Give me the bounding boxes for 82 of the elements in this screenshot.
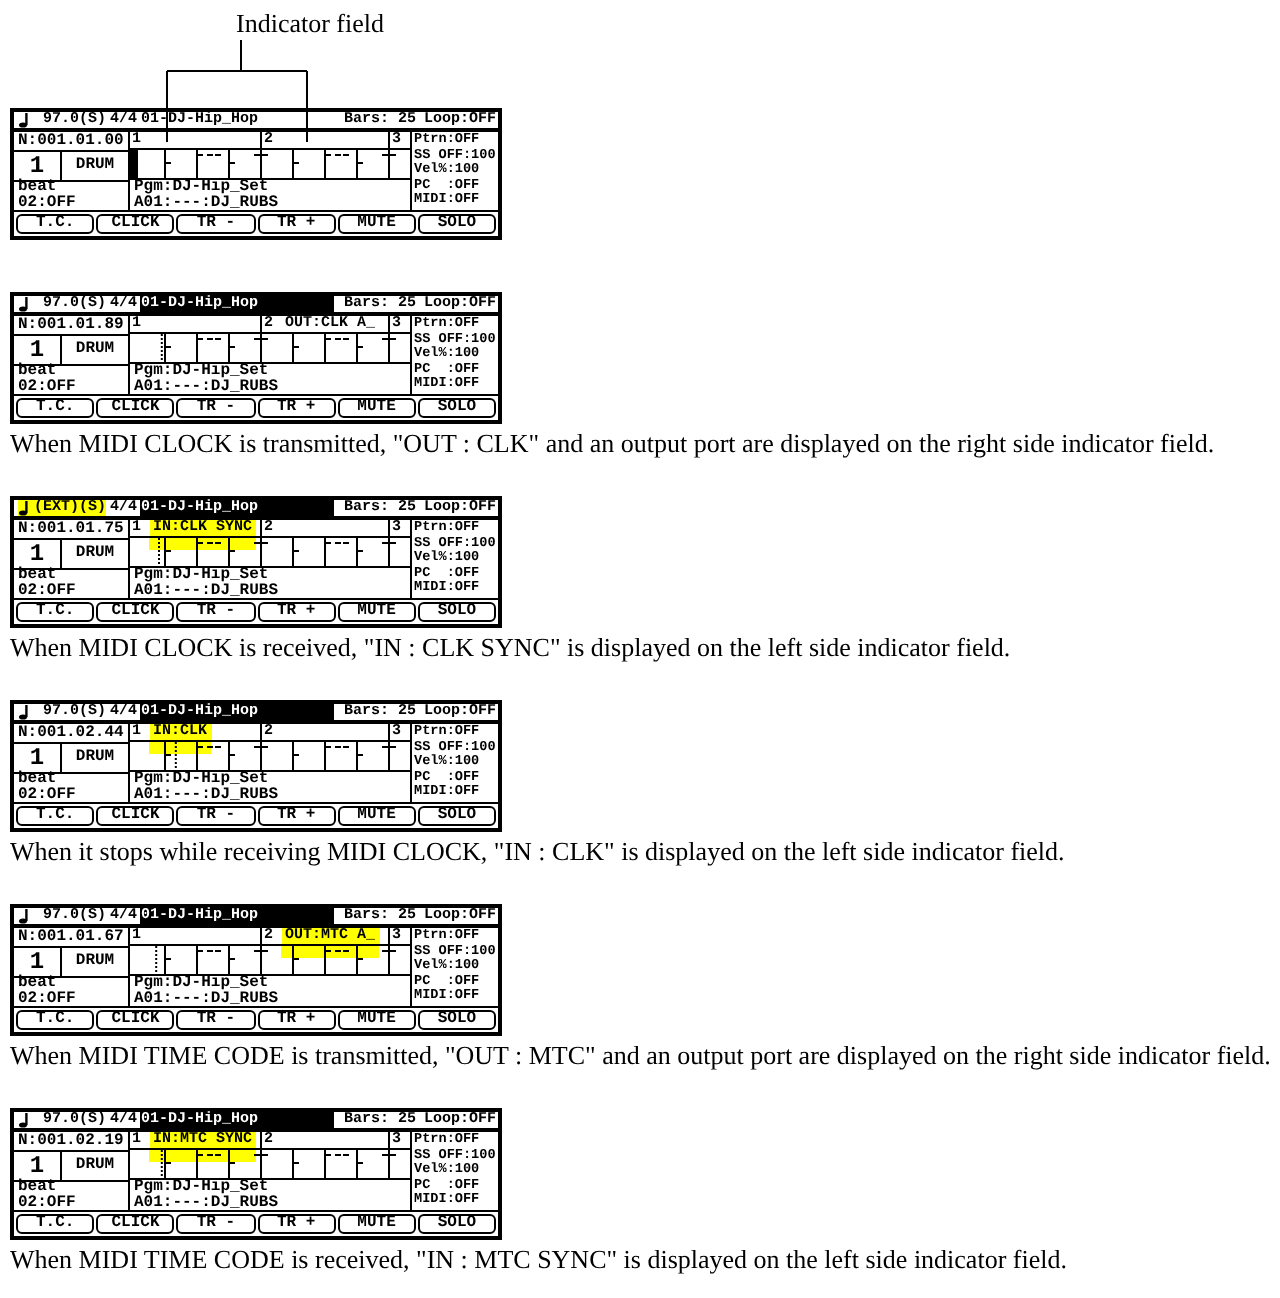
position-counter: N:001.01.00 (18, 133, 124, 149)
function-key[interactable]: SOLO (417, 1214, 497, 1234)
position-counter: N:001.01.89 (18, 317, 124, 333)
function-key[interactable]: SOLO (417, 806, 497, 826)
track-number: 1 (29, 1154, 45, 1178)
function-key[interactable]: TR + (257, 214, 336, 234)
highlight-band (149, 538, 256, 550)
program-name: Pgm:DJ-Hip_Set (134, 180, 269, 195)
program-name: Pgm:DJ-Hip_Set (134, 364, 269, 379)
function-key[interactable]: T.C. (16, 806, 95, 826)
track-name: DRUM (75, 1158, 115, 1174)
function-key[interactable]: TR + (257, 602, 336, 622)
function-key[interactable]: T.C. (16, 1010, 95, 1030)
function-key[interactable]: TR + (257, 1214, 336, 1234)
beat-value: 02:OFF (18, 380, 78, 396)
track-name: DRUM (75, 342, 115, 358)
function-key[interactable]: T.C. (16, 214, 95, 234)
function-key[interactable]: TR - (176, 398, 256, 418)
caption-text: When MIDI TIME CODE is transmitted, "OUT : MTC" and an output port are displayed on the right side indicator field. (10, 1040, 1273, 1070)
sample-name: A01:---:DJ_RUBS (134, 1195, 281, 1210)
sample-name: A01:---:DJ_RUBS (134, 991, 281, 1006)
program-name: Pgm:DJ-Hip_Set (134, 976, 269, 991)
track-number: 1 (29, 950, 45, 974)
callout-label: Indicator field (236, 8, 384, 40)
program-name: Pgm:DJ-Hip_Set (134, 568, 269, 583)
function-key[interactable]: CLICK (96, 214, 175, 234)
function-key[interactable]: SOLO (417, 214, 497, 234)
beat-value: 02:OFF (18, 196, 78, 212)
function-key[interactable]: TR - (176, 214, 256, 234)
function-key[interactable]: TR + (257, 1010, 336, 1030)
track-number: 1 (29, 154, 45, 178)
caption-text: When MIDI CLOCK is received, "IN : CLK SYNC" is displayed on the left side indicator field. (10, 632, 1013, 662)
function-key[interactable]: MUTE (337, 602, 416, 622)
function-key[interactable]: T.C. (16, 398, 95, 418)
track-number: 1 (29, 746, 45, 770)
function-key[interactable]: TR - (176, 1214, 256, 1234)
track-name: DRUM (75, 750, 115, 766)
beat-value: 02:OFF (18, 584, 78, 600)
program-name: Pgm:DJ-Hip_Set (134, 1180, 269, 1195)
beat-value: 02:OFF (18, 992, 78, 1008)
function-key[interactable]: SOLO (417, 398, 497, 418)
function-key[interactable]: CLICK (96, 806, 175, 826)
position-counter: N:001.01.67 (18, 929, 124, 945)
function-key[interactable]: TR - (176, 1010, 256, 1030)
function-key[interactable]: CLICK (96, 602, 175, 622)
track-name: DRUM (75, 954, 115, 970)
track-name: DRUM (75, 158, 115, 174)
sample-name: A01:---:DJ_RUBS (134, 195, 281, 210)
function-key[interactable]: T.C. (16, 602, 95, 622)
caption-text: When it stops while receiving MIDI CLOCK, "IN : CLK" is displayed on the left side indicator field. (10, 836, 1067, 866)
function-key[interactable]: MUTE (337, 1010, 416, 1030)
function-key[interactable]: CLICK (96, 1010, 175, 1030)
track-number: 1 (29, 338, 45, 362)
sample-name: A01:---:DJ_RUBS (134, 787, 281, 802)
highlight-band (281, 946, 379, 958)
function-key[interactable]: MUTE (337, 214, 416, 234)
function-key[interactable]: TR - (176, 806, 256, 826)
function-key[interactable]: MUTE (337, 1214, 416, 1234)
position-counter: N:001.01.75 (18, 521, 124, 537)
function-key[interactable]: TR + (257, 398, 336, 418)
function-key[interactable]: MUTE (337, 806, 416, 826)
track-number: 1 (29, 542, 45, 566)
beat-value: 02:OFF (18, 788, 78, 804)
position-counter: N:001.02.44 (18, 725, 124, 741)
function-key[interactable]: SOLO (417, 602, 497, 622)
sample-name: A01:---:DJ_RUBS (134, 379, 281, 394)
position-counter: N:001.02.19 (18, 1133, 124, 1149)
caption-text: When MIDI CLOCK is transmitted, "OUT : CLK" and an output port are displayed on the right side indicator field. (10, 428, 1217, 458)
function-key[interactable]: TR - (176, 602, 256, 622)
beat-value: 02:OFF (18, 1196, 78, 1212)
highlight-band (149, 742, 211, 754)
function-key[interactable]: CLICK (96, 398, 175, 418)
sample-name: A01:---:DJ_RUBS (134, 583, 281, 598)
function-key[interactable]: MUTE (337, 398, 416, 418)
highlight-band (149, 1150, 256, 1162)
function-key[interactable]: TR + (257, 806, 336, 826)
track-name: DRUM (75, 546, 115, 562)
function-key[interactable]: T.C. (16, 1214, 95, 1234)
caption-text: When MIDI TIME CODE is received, "IN : MTC SYNC" is displayed on the left side indicator field. (10, 1244, 1069, 1274)
function-key[interactable]: SOLO (417, 1010, 497, 1030)
program-name: Pgm:DJ-Hip_Set (134, 772, 269, 787)
function-key[interactable]: CLICK (96, 1214, 175, 1234)
